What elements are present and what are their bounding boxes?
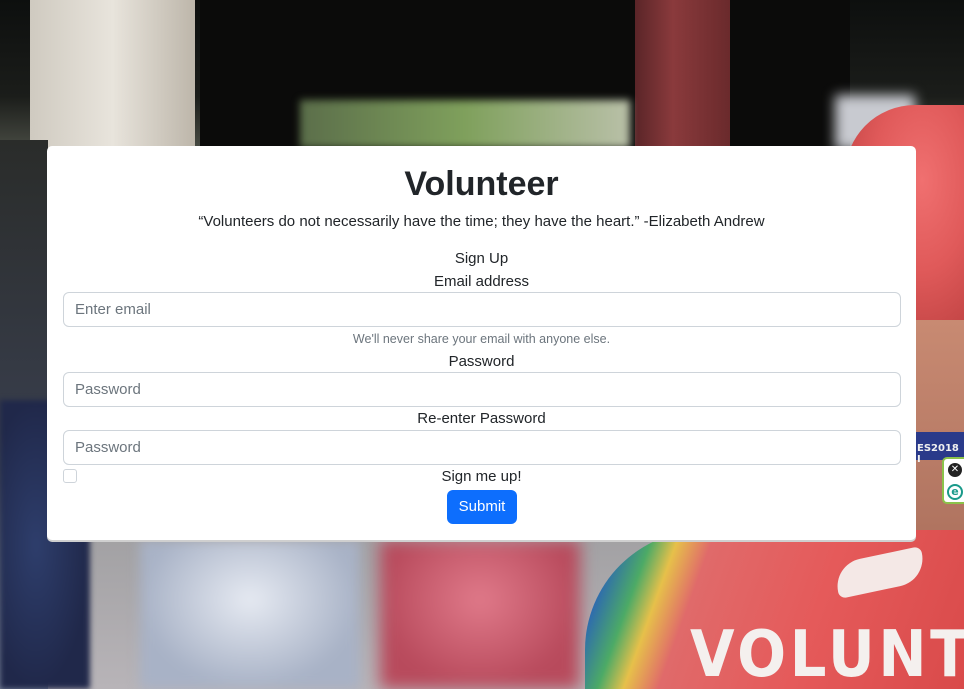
submit-button[interactable]: Submit xyxy=(447,490,517,524)
email-label: Email address xyxy=(433,273,530,290)
email-help-text: We'll never share your email with anyone… xyxy=(352,332,611,346)
email-input[interactable] xyxy=(63,292,901,327)
bg-person-white xyxy=(140,540,360,689)
signup-checkbox-label[interactable]: Sign me up! xyxy=(47,467,916,487)
bg-column xyxy=(30,0,195,150)
reenter-password-input[interactable] xyxy=(63,430,901,465)
bg-shirt-text: VOLUNTE xyxy=(690,618,964,689)
bg-red-column xyxy=(635,0,730,150)
reenter-password-label: Re-enter Password xyxy=(417,410,546,427)
signup-card: Volunteer “Volunteers do not necessarily… xyxy=(47,146,916,540)
bg-banner xyxy=(300,100,630,148)
extension-widget[interactable]: ✕ e xyxy=(942,457,964,504)
form-heading: Sign Up xyxy=(454,250,509,267)
close-icon[interactable]: ✕ xyxy=(948,463,962,477)
password-label: Password xyxy=(448,353,515,370)
page-title: Volunteer xyxy=(404,165,559,203)
bg-person-pink xyxy=(380,540,580,689)
quote-text: “Volunteers do not necessarily have the … xyxy=(198,213,765,230)
password-input[interactable] xyxy=(63,372,901,407)
extension-logo-icon[interactable]: e xyxy=(947,484,963,500)
